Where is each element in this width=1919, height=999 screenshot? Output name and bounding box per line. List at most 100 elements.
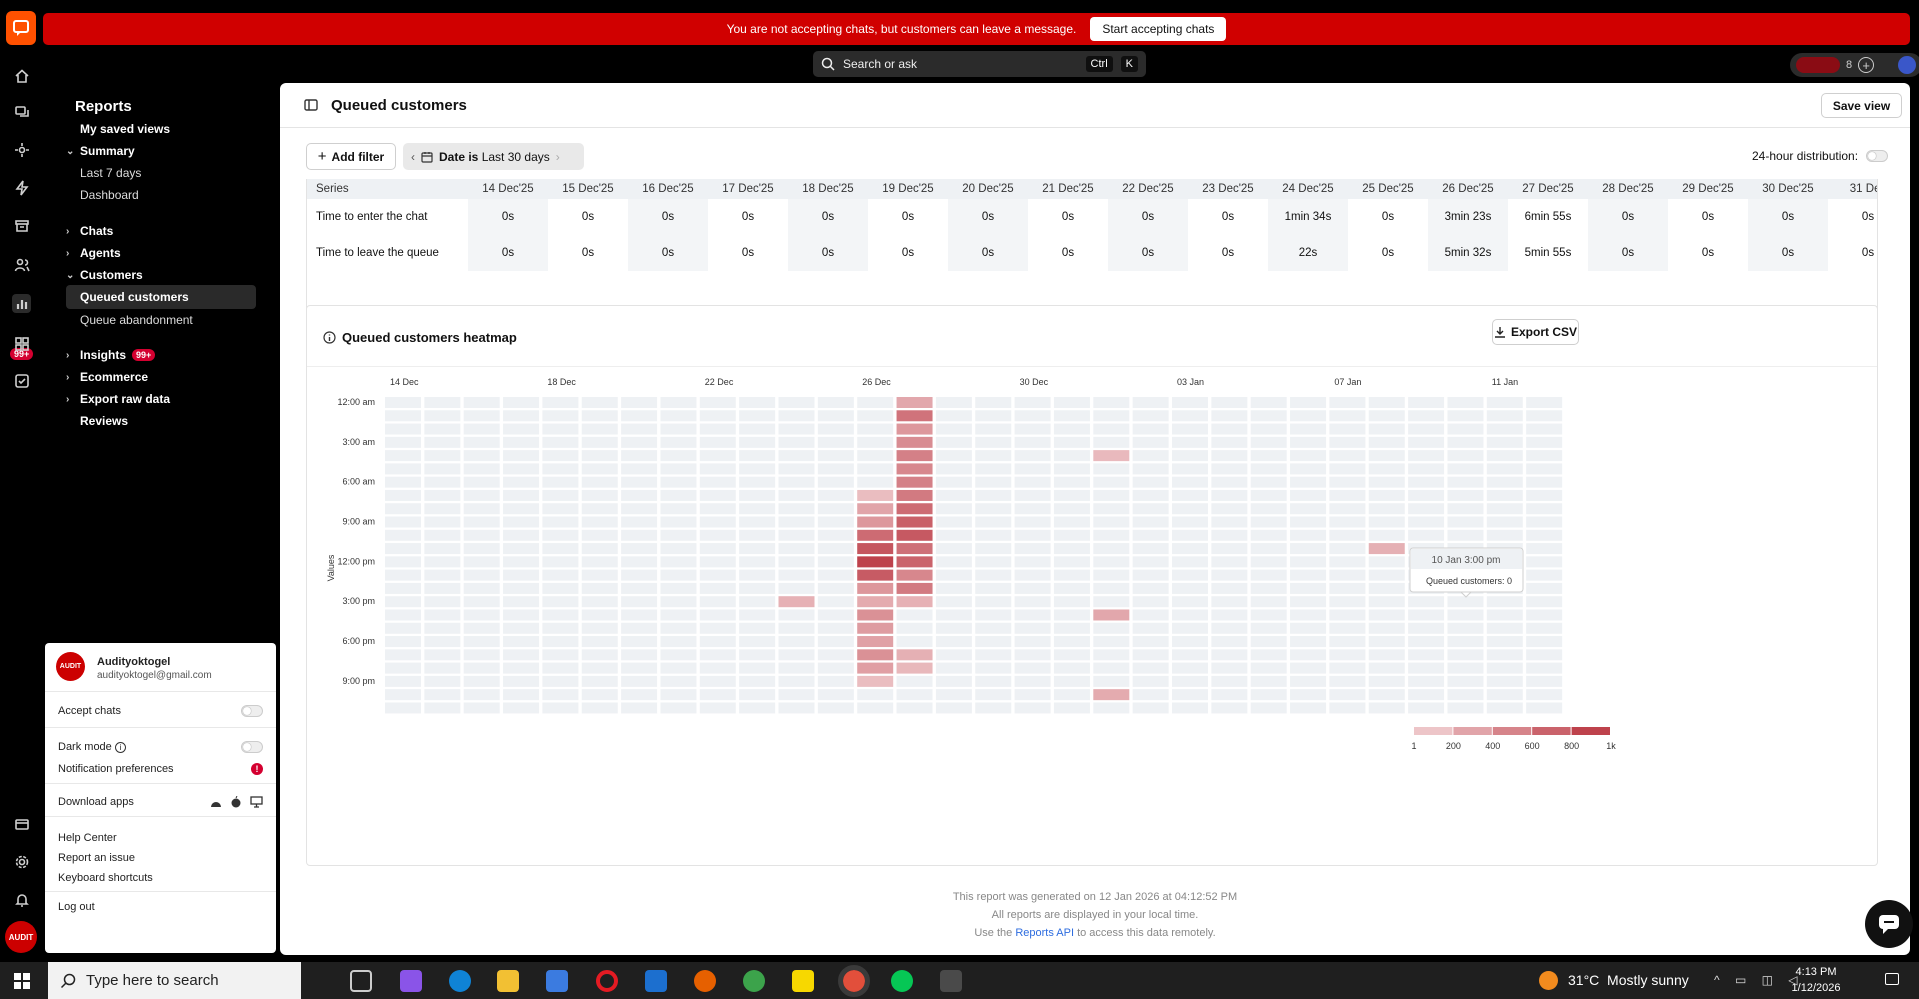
heatmap-cell[interactable] [542, 463, 579, 475]
heatmap-cell[interactable] [1368, 689, 1405, 701]
heatmap-cell[interactable] [1329, 397, 1366, 408]
heatmap-cell[interactable] [699, 489, 736, 501]
heatmap-cell[interactable] [1053, 569, 1090, 581]
heatmap-cell[interactable] [621, 543, 658, 555]
heatmap-cell[interactable] [1447, 397, 1484, 408]
heatmap-cell[interactable] [424, 436, 461, 448]
heatmap-cell[interactable] [1211, 675, 1248, 687]
heatmap-cell[interactable] [1408, 503, 1445, 515]
heatmap-cell[interactable] [1014, 503, 1051, 515]
heatmap-cell[interactable] [857, 463, 894, 475]
heatmap-cell[interactable] [1132, 609, 1169, 621]
heatmap-cell[interactable] [581, 569, 618, 581]
heatmap-cell[interactable] [739, 529, 776, 541]
heatmap-cell[interactable] [817, 689, 854, 701]
help-center-link[interactable]: Help Center [58, 832, 263, 844]
heatmap-cell[interactable] [1290, 463, 1327, 475]
heatmap-cell[interactable] [1290, 582, 1327, 594]
heatmap-cell[interactable] [778, 636, 815, 648]
heatmap-cell[interactable] [621, 476, 658, 488]
heatmap-cell[interactable] [817, 423, 854, 435]
heatmap-cell[interactable] [503, 649, 540, 661]
heatmap-cell[interactable] [1250, 622, 1287, 634]
heatmap-cell[interactable] [817, 476, 854, 488]
heatmap-cell[interactable] [896, 689, 933, 701]
heatmap-cell[interactable] [542, 423, 579, 435]
heatmap-cell[interactable] [424, 556, 461, 568]
heatmap-cell[interactable] [1053, 503, 1090, 515]
heatmap-cell[interactable] [739, 596, 776, 608]
heatmap-cell[interactable] [739, 489, 776, 501]
heatmap-cell[interactable] [621, 675, 658, 687]
heatmap-cell[interactable] [385, 450, 421, 462]
heatmap-cell[interactable] [1329, 662, 1366, 674]
add-filter-button[interactable]: + Add filter [306, 143, 396, 170]
heatmap-cell[interactable] [935, 476, 972, 488]
heatmap-cell[interactable] [424, 675, 461, 687]
heatmap-cell[interactable] [621, 503, 658, 515]
heatmap-cell[interactable] [1014, 702, 1051, 714]
heatmap-cell[interactable] [935, 582, 972, 594]
heatmap-cell[interactable] [1368, 516, 1405, 528]
heatmap-cell-filled[interactable] [857, 569, 894, 581]
clock-date[interactable]: 1/12/2026 [1781, 982, 1851, 994]
heatmap-cell-filled[interactable] [896, 397, 933, 408]
heatmap-cell[interactable] [1172, 622, 1208, 634]
heatmap-cell[interactable] [817, 702, 854, 714]
heatmap-cell[interactable] [1211, 622, 1248, 634]
heatmap-cell[interactable] [1014, 476, 1051, 488]
heatmap-cell[interactable] [935, 489, 972, 501]
heatmap-cell[interactable] [1408, 689, 1445, 701]
heatmap-cell[interactable] [1486, 410, 1523, 422]
heatmap-cell[interactable] [975, 463, 1012, 475]
heatmap-cell[interactable] [699, 450, 736, 462]
heatmap-cell[interactable] [1211, 582, 1248, 594]
heatmap-cell[interactable] [660, 689, 697, 701]
heatmap-cell[interactable] [503, 436, 540, 448]
heatmap-cell[interactable] [1053, 702, 1090, 714]
heatmap-cell[interactable] [935, 423, 972, 435]
heatmap-cell[interactable] [1211, 569, 1248, 581]
heatmap-cell-filled[interactable] [857, 503, 894, 515]
heatmap-cell[interactable] [1329, 410, 1366, 422]
heatmap-cell[interactable] [817, 397, 854, 408]
heatmap-cell[interactable] [385, 410, 421, 422]
edge-browser-icon[interactable] [449, 970, 471, 992]
heatmap-cell[interactable] [581, 436, 618, 448]
heatmap-cell[interactable] [778, 436, 815, 448]
heatmap-cell[interactable] [975, 689, 1012, 701]
heatmap-cell[interactable] [1250, 489, 1287, 501]
heatmap-cell[interactable] [1132, 689, 1169, 701]
heatmap-cell[interactable] [1211, 503, 1248, 515]
heatmap-cell[interactable] [1408, 423, 1445, 435]
heatmap-cell[interactable] [1486, 702, 1523, 714]
heatmap-cell[interactable] [385, 702, 421, 714]
heatmap-cell-filled[interactable] [896, 529, 933, 541]
heatmap-cell[interactable] [503, 596, 540, 608]
heatmap-cell[interactable] [424, 649, 461, 661]
heatmap-cell[interactable] [1014, 556, 1051, 568]
heatmap-cell[interactable] [660, 410, 697, 422]
heatmap-cell[interactable] [385, 436, 421, 448]
team-icon[interactable] [12, 255, 31, 274]
heatmap-cell[interactable] [1368, 622, 1405, 634]
heatmap-cell[interactable] [975, 596, 1012, 608]
heatmap-cell-filled[interactable] [896, 516, 933, 528]
heatmap-cell[interactable] [1526, 569, 1563, 581]
heatmap-cell[interactable] [503, 556, 540, 568]
heatmap-cell[interactable] [424, 702, 461, 714]
heatmap-cell[interactable] [778, 556, 815, 568]
heatmap-cell[interactable] [857, 397, 894, 408]
heatmap-cell[interactable] [1486, 675, 1523, 687]
heatmap-cell[interactable] [581, 702, 618, 714]
heatmap-cell[interactable] [1329, 689, 1366, 701]
heatmap-cell[interactable] [660, 397, 697, 408]
heatmap-cell[interactable] [542, 636, 579, 648]
heatmap-cell[interactable] [463, 489, 500, 501]
heatmap-cell[interactable] [739, 702, 776, 714]
heatmap-cell[interactable] [857, 476, 894, 488]
heatmap-cell[interactable] [1447, 689, 1484, 701]
heatmap-cell[interactable] [1211, 529, 1248, 541]
chrome-icon[interactable] [743, 970, 765, 992]
sidebar-item[interactable]: › Ecommerce [66, 365, 256, 389]
